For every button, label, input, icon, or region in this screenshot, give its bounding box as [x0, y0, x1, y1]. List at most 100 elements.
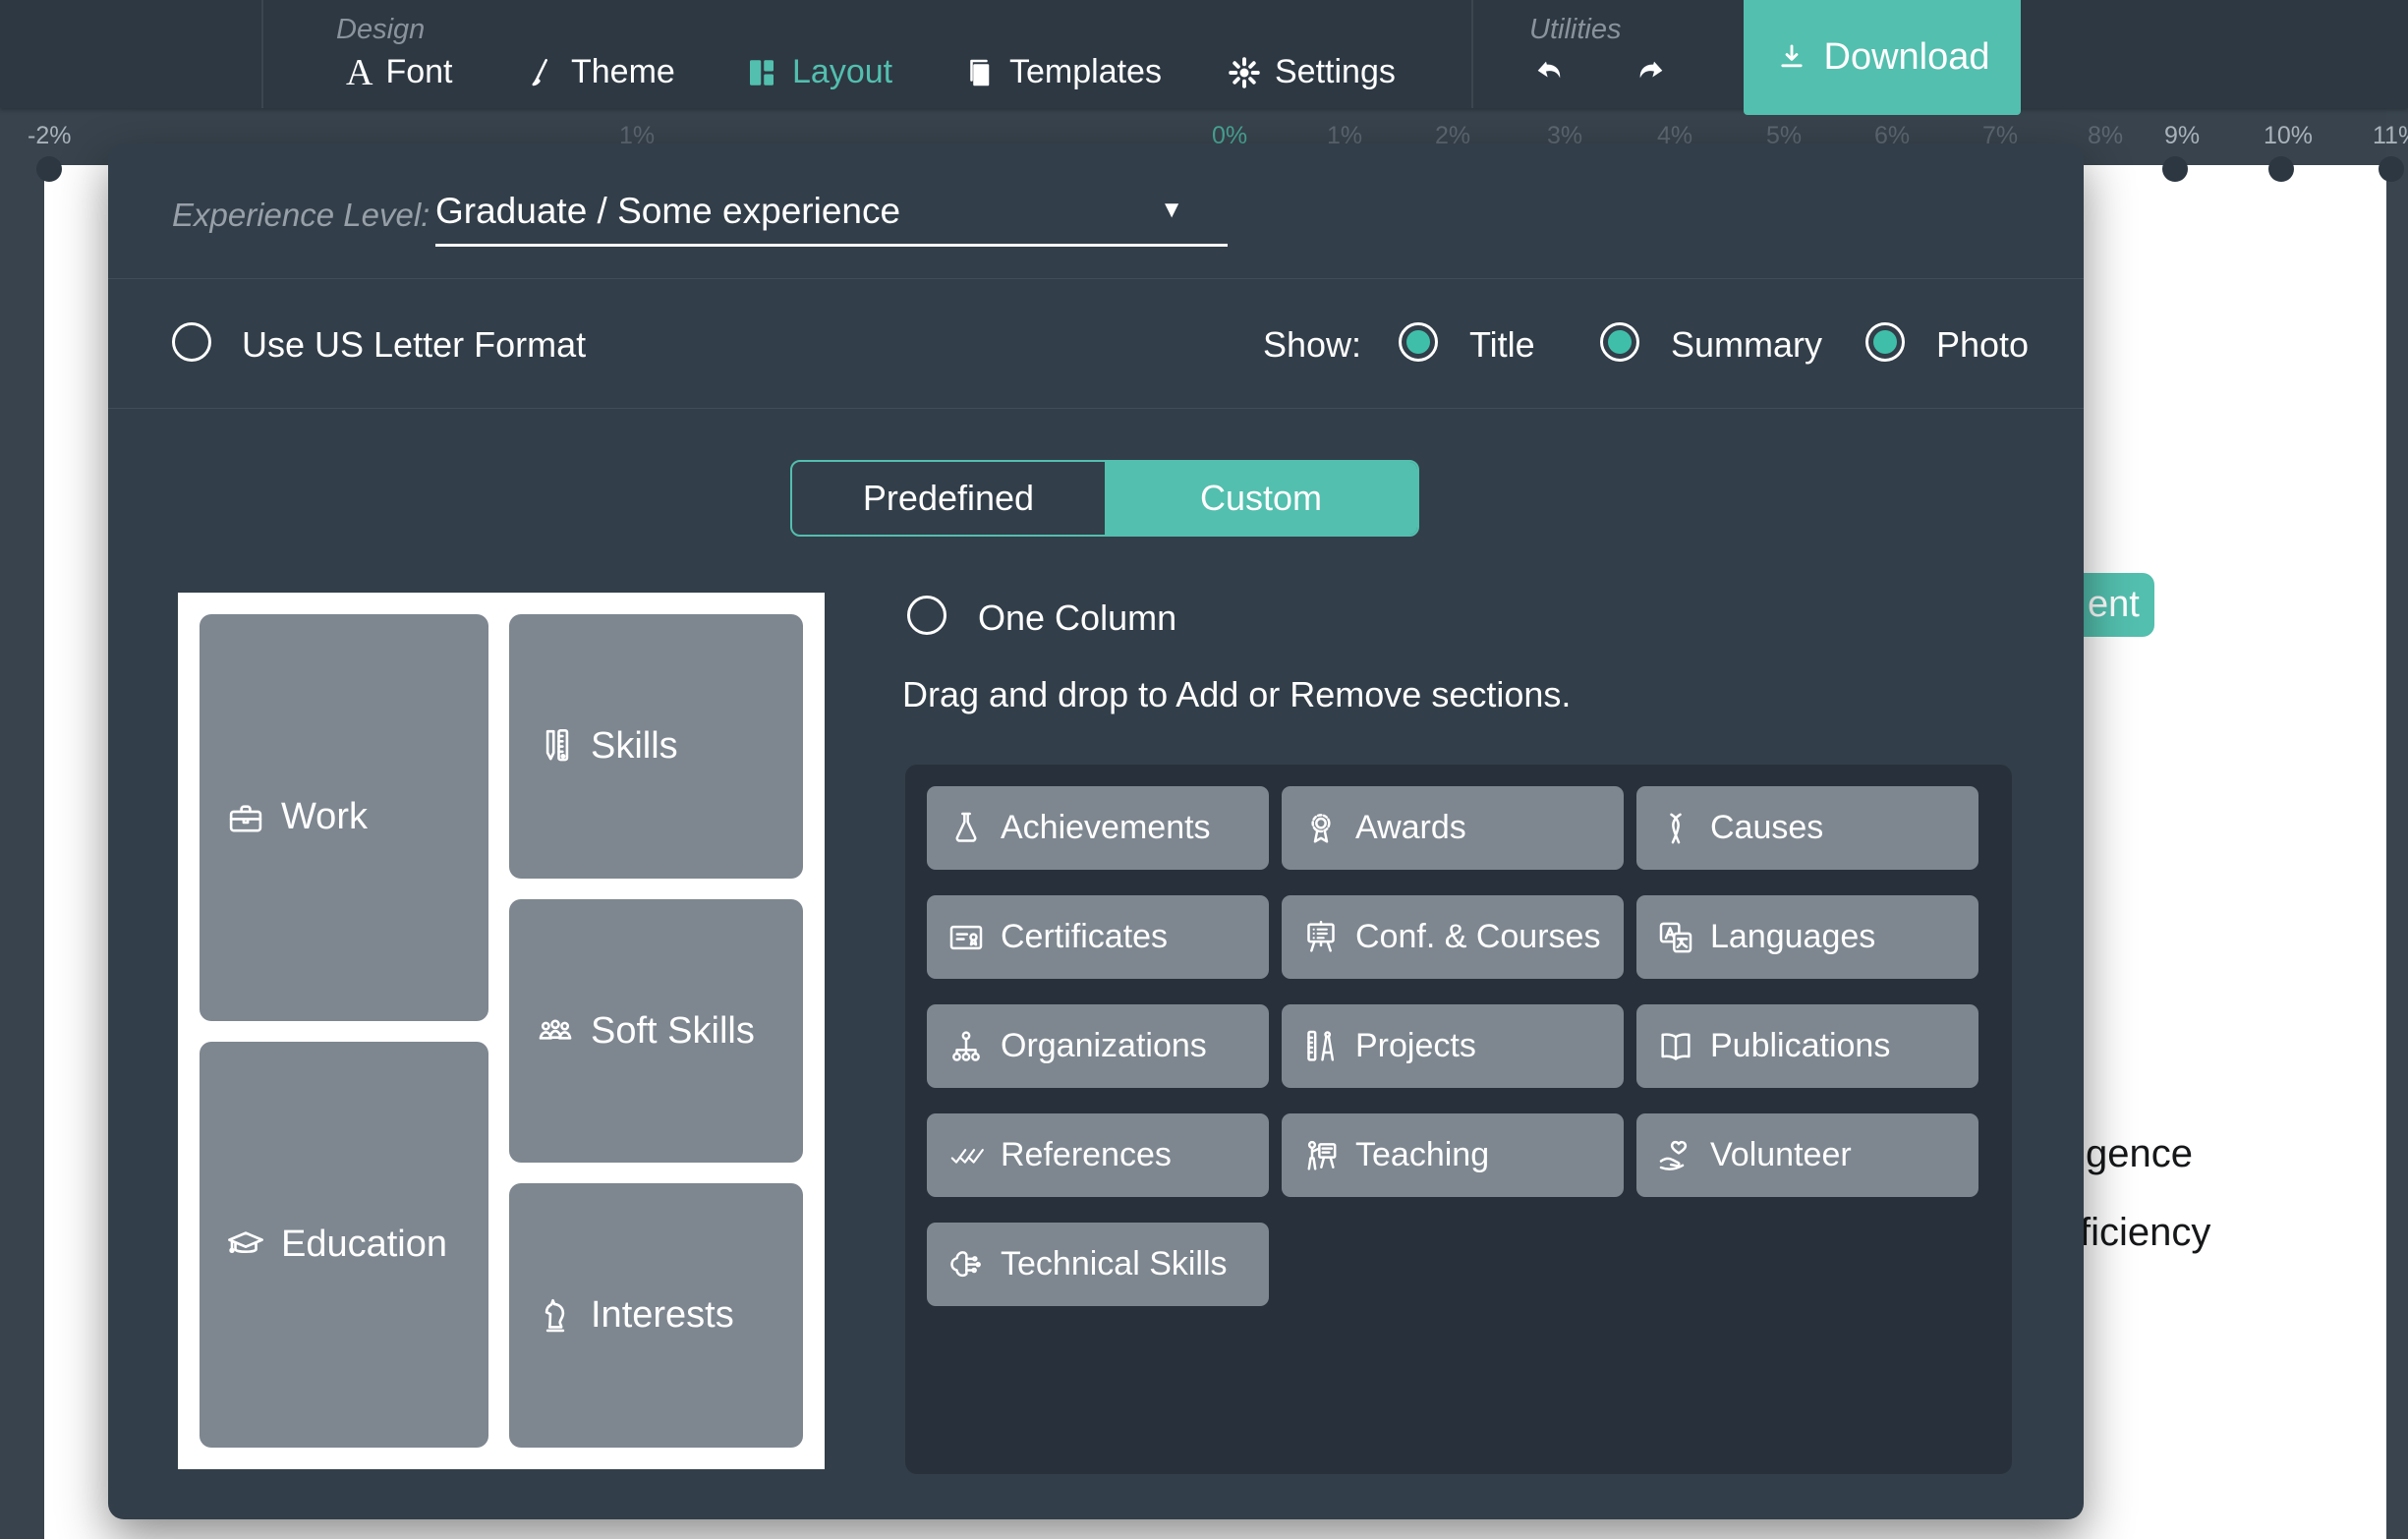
ruler-handle[interactable] [2268, 156, 2294, 182]
top-navbar: Design A Font Theme Layout Templates Set… [0, 0, 2408, 108]
nav-item-label: Templates [1009, 53, 1162, 91]
one-column-radio[interactable] [907, 596, 946, 635]
background-accent-button-fragment[interactable]: ent [2084, 573, 2154, 637]
section-button-certificates[interactable]: Certificates [927, 895, 1269, 979]
redo-icon [1628, 55, 1671, 94]
divider [108, 408, 2084, 409]
section-button-volunteer[interactable]: Volunteer [1636, 1113, 1978, 1197]
sections-panel: Achievements Awards Causes Certificates … [905, 765, 2012, 1474]
nav-item-layout[interactable]: Layout [744, 53, 892, 91]
nav-item-templates[interactable]: Templates [961, 53, 1162, 91]
show-summary-radio[interactable] [1600, 322, 1639, 362]
section-button-achievements[interactable]: Achievements [927, 786, 1269, 870]
presentation-board-icon [1301, 918, 1341, 957]
layout-icon [744, 55, 779, 90]
show-photo-radio[interactable] [1865, 322, 1905, 362]
nav-item-theme[interactable]: Theme [523, 53, 675, 91]
section-button-label: Publications [1710, 1027, 1890, 1065]
preview-right-column: Skills Soft Skills Interests [509, 614, 803, 1448]
section-button-label: Conf. & Courses [1355, 918, 1600, 956]
undo-button[interactable] [1529, 55, 1573, 94]
background-text-fragment-1: gence [2086, 1132, 2193, 1176]
preview-tile-work[interactable]: Work [200, 614, 488, 1021]
undo-icon [1529, 55, 1573, 94]
nav-item-settings[interactable]: Settings [1227, 53, 1396, 91]
section-button-organizations[interactable]: Organizations [927, 1004, 1269, 1088]
brush-icon [523, 55, 558, 90]
one-column-label[interactable]: One Column [978, 598, 1176, 639]
select-underline [435, 244, 1228, 247]
section-button-label: Awards [1355, 809, 1466, 847]
section-button-label: Achievements [1001, 809, 1211, 847]
section-button-technical-skills[interactable]: Technical Skills [927, 1223, 1269, 1306]
ruler-label-right: 9% [2164, 122, 2200, 150]
chevron-down-icon: ▼ [1160, 197, 1183, 224]
preview-tile-skills[interactable]: Skills [509, 614, 803, 879]
preview-tile-soft-skills[interactable]: Soft Skills [509, 899, 803, 1164]
section-button-publications[interactable]: Publications [1636, 1004, 1978, 1088]
redo-button[interactable] [1628, 55, 1671, 94]
download-icon [1775, 41, 1808, 75]
nav-item-label: Layout [792, 53, 892, 91]
section-button-label: Technical Skills [1001, 1245, 1228, 1283]
double-check-icon [946, 1136, 986, 1175]
layout-preview-panel: Work Education Skills Soft Skills [178, 593, 825, 1469]
experience-level-value: Graduate / Some experience [435, 191, 900, 232]
us-letter-radio[interactable] [172, 322, 211, 362]
certificate-icon [946, 918, 986, 957]
ruler-handle[interactable] [2162, 156, 2188, 182]
preview-tile-label: Interests [591, 1294, 734, 1337]
section-button-teaching[interactable]: Teaching [1282, 1113, 1624, 1197]
ruler-compass-icon [1301, 1027, 1341, 1066]
open-book-icon [1656, 1027, 1695, 1066]
section-button-awards[interactable]: Awards [1282, 786, 1624, 870]
show-photo-label[interactable]: Photo [1936, 324, 2029, 366]
tab-predefined[interactable]: Predefined [792, 462, 1105, 535]
design-group-label: Design [336, 14, 425, 46]
divider [108, 278, 2084, 279]
section-button-conf-courses[interactable]: Conf. & Courses [1282, 895, 1624, 979]
nav-divider [261, 0, 263, 108]
section-button-label: Languages [1710, 918, 1875, 956]
section-button-references[interactable]: References [927, 1113, 1269, 1197]
show-summary-label[interactable]: Summary [1671, 324, 1822, 366]
preview-tile-label: Education [281, 1224, 447, 1266]
show-title-label[interactable]: Title [1469, 324, 1535, 366]
download-button[interactable]: Download [1744, 0, 2021, 115]
ruler-label-right: 10% [2264, 122, 2313, 150]
show-label: Show: [1263, 324, 1361, 366]
section-button-label: Certificates [1001, 918, 1168, 956]
background-text-fragment-2: ficiency [2080, 1211, 2210, 1255]
download-label: Download [1824, 36, 1990, 79]
section-button-languages[interactable]: Languages [1636, 895, 1978, 979]
section-button-projects[interactable]: Projects [1282, 1004, 1624, 1088]
experience-level-select[interactable]: Graduate / Some experience ▼ [435, 187, 1228, 248]
ruler-handle[interactable] [36, 156, 62, 182]
preview-tile-interests[interactable]: Interests [509, 1183, 803, 1448]
circuit-brain-icon [946, 1245, 986, 1284]
briefcase-icon [225, 797, 266, 838]
ruler-label-dim: 8% [2088, 122, 2123, 150]
ruler-handle[interactable] [2379, 156, 2404, 182]
tab-custom[interactable]: Custom [1105, 462, 1417, 535]
font-icon: A [346, 55, 373, 90]
org-chart-icon [946, 1027, 986, 1066]
preview-tile-education[interactable]: Education [200, 1042, 488, 1449]
nav-item-font[interactable]: A Font [346, 53, 453, 91]
section-button-label: Teaching [1355, 1136, 1489, 1174]
preview-tile-label: Soft Skills [591, 1010, 755, 1053]
section-button-causes[interactable]: Causes [1636, 786, 1978, 870]
teacher-icon [1301, 1136, 1341, 1175]
preview-tile-label: Skills [591, 725, 678, 768]
section-button-label: Causes [1710, 809, 1823, 847]
gear-icon [1227, 55, 1262, 90]
section-button-label: Projects [1355, 1027, 1476, 1065]
background-accent-button-label: ent [2088, 584, 2140, 626]
preview-tile-label: Work [281, 796, 368, 838]
heart-hand-icon [1656, 1136, 1695, 1175]
us-letter-label[interactable]: Use US Letter Format [242, 324, 586, 366]
templates-icon [961, 55, 997, 90]
show-title-radio[interactable] [1399, 322, 1438, 362]
drag-drop-hint: Drag and drop to Add or Remove sections. [902, 674, 1571, 715]
graduation-cap-icon [225, 1224, 266, 1265]
